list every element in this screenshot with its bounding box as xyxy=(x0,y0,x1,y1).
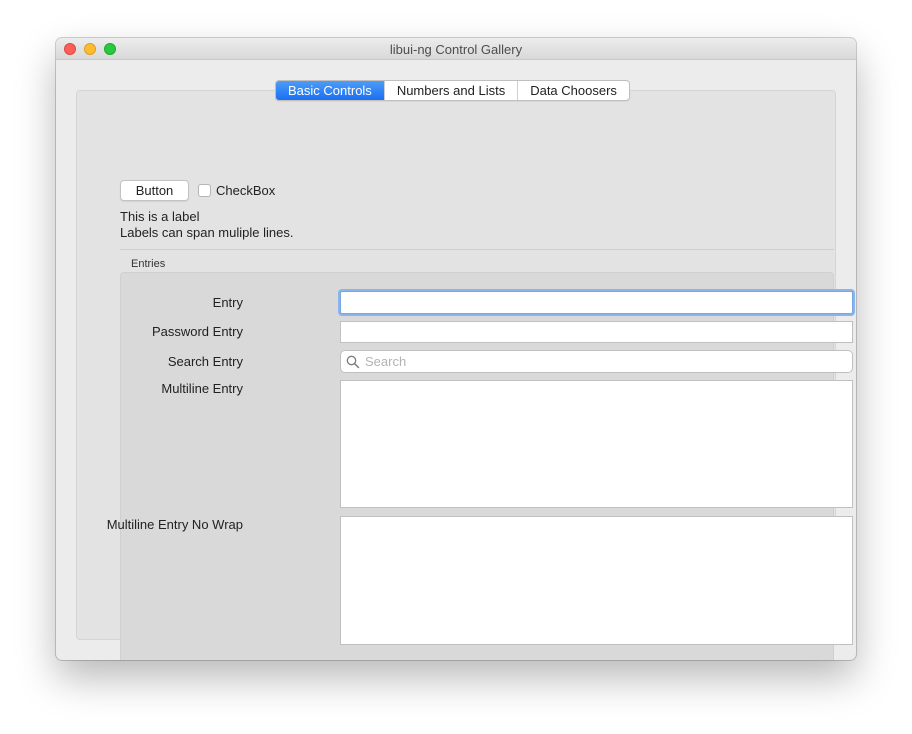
label-line-1: This is a label xyxy=(120,209,200,224)
multiline-entry-nowrap-field[interactable] xyxy=(340,516,853,645)
tab-bar: Basic Controls Numbers and Lists Data Ch… xyxy=(275,80,630,101)
tab-content-panel: Button CheckBox This is a label Labels c… xyxy=(76,90,853,660)
search-entry-field[interactable]: Search xyxy=(340,350,853,373)
separator xyxy=(120,249,834,250)
entries-group-title: Entries xyxy=(131,258,166,270)
multiline-entry-nowrap-label: Multiline Entry No Wrap xyxy=(106,517,243,532)
search-entry-label: Search Entry xyxy=(167,354,243,369)
search-placeholder: Search xyxy=(365,354,407,369)
checkbox[interactable]: CheckBox xyxy=(198,183,275,198)
entries-group: Entry Password Entry Search Entry Search… xyxy=(107,272,853,660)
checkbox-label[interactable]: CheckBox xyxy=(216,183,275,198)
multiline-entry-field[interactable] xyxy=(340,380,853,508)
tab-numbers-and-lists[interactable]: Numbers and Lists xyxy=(383,81,517,100)
password-entry-field[interactable] xyxy=(340,321,853,343)
search-icon xyxy=(346,355,360,368)
password-entry-label: Password Entry xyxy=(151,324,243,339)
multiline-entry-label: Multiline Entry xyxy=(161,381,243,396)
title-bar[interactable]: libui-ng Control Gallery xyxy=(56,38,856,60)
window-title: libui-ng Control Gallery xyxy=(389,42,523,57)
entry-label: Entry xyxy=(212,295,243,310)
entry-field[interactable] xyxy=(340,291,853,314)
tab-basic-controls[interactable]: Basic Controls xyxy=(276,81,384,100)
app-window: libui-ng Control Gallery Basic Controls … xyxy=(56,38,856,660)
tab-data-choosers[interactable]: Data Choosers xyxy=(517,81,629,100)
multiline-label: This is a label Labels can span muliple … xyxy=(120,209,293,241)
checkbox-box[interactable] xyxy=(198,184,211,197)
button[interactable]: Button xyxy=(120,180,189,201)
label-line-2: Labels can span muliple lines. xyxy=(120,225,294,240)
